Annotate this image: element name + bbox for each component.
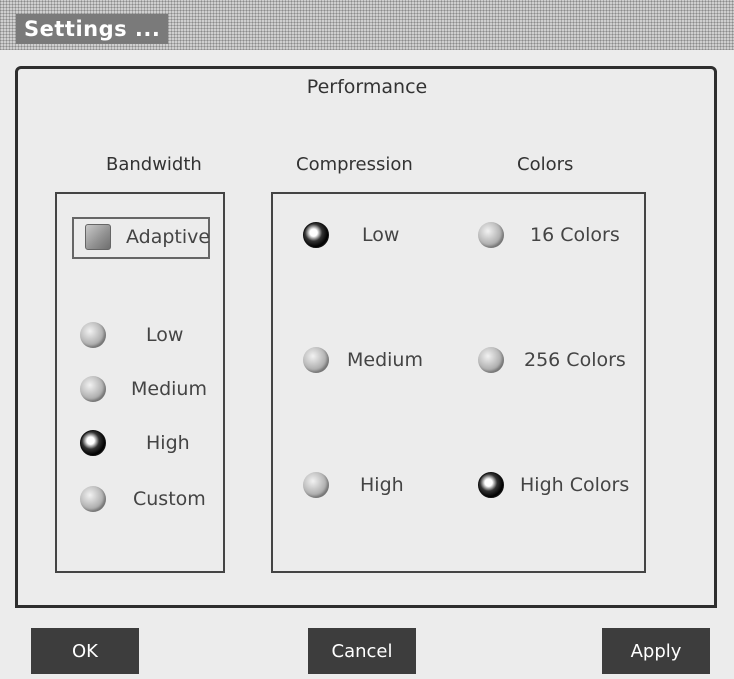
colors-option-256[interactable]: 256 Colors: [478, 347, 626, 373]
radio-off-icon[interactable]: [478, 222, 504, 248]
bandwidth-label: Bandwidth: [106, 154, 202, 175]
option-label: Medium: [347, 349, 423, 371]
ok-button[interactable]: OK: [31, 628, 139, 674]
bandwidth-option-low[interactable]: Low: [80, 322, 183, 348]
option-label: High Colors: [520, 474, 630, 496]
radio-on-icon[interactable]: [80, 430, 106, 456]
radio-off-icon[interactable]: [303, 347, 329, 373]
compression-option-high[interactable]: High: [303, 472, 404, 498]
cancel-button[interactable]: Cancel: [308, 628, 416, 674]
colors-option-high[interactable]: High Colors: [478, 472, 629, 498]
bandwidth-option-custom[interactable]: Custom: [80, 486, 206, 512]
adaptive-checkbox-option[interactable]: Adaptive: [85, 224, 210, 250]
option-label: Medium: [131, 378, 207, 400]
checkbox-icon[interactable]: [85, 224, 111, 250]
option-label: Low: [362, 224, 400, 246]
radio-off-icon[interactable]: [80, 322, 106, 348]
bandwidth-option-high[interactable]: High: [80, 430, 190, 456]
compression-label: Compression: [296, 154, 413, 175]
title-bar[interactable]: Settings ...: [0, 0, 734, 50]
compression-option-medium[interactable]: Medium: [303, 347, 423, 373]
radio-off-icon[interactable]: [478, 347, 504, 373]
option-label: Custom: [133, 488, 206, 510]
colors-option-16[interactable]: 16 Colors: [478, 222, 620, 248]
panel-title: Performance: [306, 76, 428, 98]
bandwidth-option-medium[interactable]: Medium: [80, 376, 207, 402]
window-title: Settings ...: [16, 14, 169, 44]
radio-on-icon[interactable]: [478, 472, 504, 498]
radio-off-icon[interactable]: [80, 376, 106, 402]
option-label: 16 Colors: [530, 224, 620, 246]
option-label: High: [146, 432, 190, 454]
option-label: Low: [146, 324, 184, 346]
compression-colors-group: [271, 192, 646, 573]
adaptive-label: Adaptive: [126, 226, 211, 248]
radio-off-icon[interactable]: [303, 472, 329, 498]
colors-label: Colors: [517, 154, 574, 175]
compression-option-low[interactable]: Low: [303, 222, 399, 248]
option-label: High: [360, 474, 404, 496]
radio-off-icon[interactable]: [80, 486, 106, 512]
option-label: 256 Colors: [524, 349, 626, 371]
apply-button[interactable]: Apply: [602, 628, 710, 674]
radio-on-icon[interactable]: [303, 222, 329, 248]
